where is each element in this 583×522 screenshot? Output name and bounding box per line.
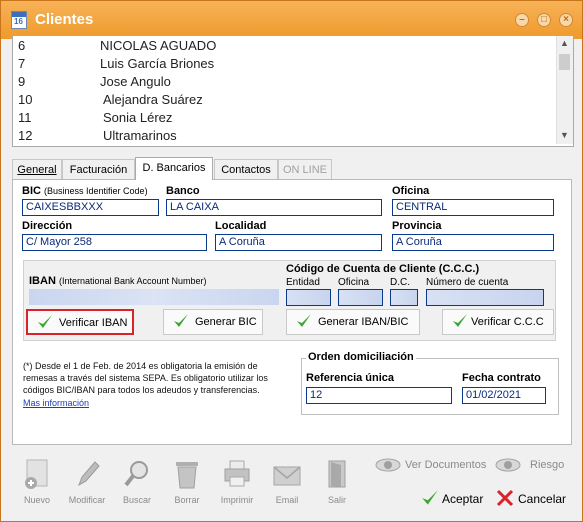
direccion-field[interactable]: C/ Mayor 258 (22, 234, 207, 251)
iban-label: IBAN (International Bank Account Number) (29, 275, 207, 287)
eye-icon (375, 458, 401, 472)
list-item[interactable]: 10 Alejandra Suárez (13, 91, 553, 109)
ccc-oficina-label: Oficina (338, 277, 370, 288)
banco-label: Banco (166, 185, 200, 197)
provincia-label: Provincia (392, 220, 442, 232)
check-icon (297, 314, 311, 327)
scroll-thumb[interactable] (559, 54, 570, 70)
nuevo-button[interactable]: Nuevo (15, 457, 59, 517)
orden-domiciliacion-group: Orden domiciliación Referencia única 12 … (301, 351, 559, 415)
close-button[interactable]: × (559, 13, 573, 27)
oficina-field[interactable]: CENTRAL (392, 199, 554, 216)
pencil-icon (78, 461, 100, 487)
envelope-icon (273, 466, 301, 486)
printer-icon (224, 460, 250, 487)
borrar-button[interactable]: Borrar (165, 457, 209, 517)
direccion-label: Dirección (22, 220, 73, 232)
fecha-contrato-label: Fecha contrato (462, 372, 541, 384)
banco-field[interactable]: LA CAIXA (166, 199, 382, 216)
door-icon (328, 460, 346, 488)
localidad-field[interactable]: A Coruña (215, 234, 382, 251)
buscar-button[interactable]: Buscar (115, 457, 159, 517)
check-icon (38, 315, 52, 328)
tab-online: ON LINE (278, 159, 332, 179)
sepa-note: (*) Desde el 1 de Feb. de 2014 es obliga… (23, 361, 268, 395)
mas-informacion-link[interactable]: Mas información (23, 398, 89, 408)
list-scrollbar[interactable]: ▲ ▼ (556, 36, 573, 144)
calendar-icon: 16 (11, 11, 27, 29)
orden-title: Orden domiciliación (306, 351, 416, 363)
fecha-contrato-field[interactable]: 01/02/2021 (462, 387, 546, 404)
generar-iban-bic-button[interactable]: Generar IBAN/BIC (286, 309, 420, 335)
referencia-field[interactable]: 12 (306, 387, 452, 404)
eye-icon (495, 458, 521, 472)
bottom-toolbar: Nuevo Modificar Buscar Borrar Imprimir E… (1, 451, 582, 521)
list-item[interactable]: 11 Sonia Lérez (13, 109, 553, 127)
ccc-dc-field[interactable] (390, 289, 418, 306)
title-bar[interactable]: 16 Clientes – □ × (1, 1, 582, 39)
window-title: Clientes (35, 11, 94, 28)
scroll-down-icon[interactable]: ▼ (560, 130, 569, 140)
trash-icon (176, 462, 198, 489)
magnifier-icon (124, 461, 148, 487)
tab-datos-bancarios[interactable]: D. Bancarios (135, 157, 213, 180)
referencia-label: Referencia única (306, 372, 395, 384)
provincia-field[interactable]: A Coruña (392, 234, 554, 251)
tab-contactos[interactable]: Contactos (214, 159, 278, 179)
check-icon (174, 314, 188, 327)
ccc-entidad-field[interactable] (286, 289, 331, 306)
oficina-label: Oficina (392, 185, 430, 197)
ccc-numero-label: Número de cuenta (426, 277, 509, 288)
maximize-button[interactable]: □ (537, 13, 551, 27)
bank-data-panel: BIC (Business Identifier Code) CAIXESBBX… (12, 179, 572, 445)
cross-icon (496, 489, 514, 507)
list-item[interactable]: 7 Luis García Briones (13, 55, 553, 73)
salir-button[interactable]: Salir (315, 457, 359, 517)
iban-field[interactable] (29, 289, 279, 305)
check-icon (422, 490, 438, 505)
scroll-up-icon[interactable]: ▲ (560, 38, 569, 48)
bic-label: BIC (Business Identifier Code) (22, 185, 148, 197)
list-item[interactable]: 9 Jose Angulo (13, 73, 553, 91)
verificar-iban-button[interactable]: Verificar IBAN (26, 309, 134, 335)
list-item[interactable]: 12 Ultramarinos (13, 127, 553, 145)
check-icon (453, 314, 467, 327)
new-document-icon (25, 459, 48, 489)
ccc-numero-field[interactable] (426, 289, 544, 306)
email-button[interactable]: Email (265, 457, 309, 517)
clientes-window: 16 Clientes – □ × 6 NICOLAS AGUADO 7 Luis … (0, 0, 583, 522)
generar-bic-button[interactable]: Generar BIC (163, 309, 263, 335)
ccc-dc-label: D.C. (390, 277, 410, 288)
imprimir-button[interactable]: Imprimir (215, 457, 259, 517)
minimize-button[interactable]: – (515, 13, 529, 27)
modificar-button[interactable]: Modificar (65, 457, 109, 517)
localidad-label: Localidad (215, 220, 267, 232)
tab-general[interactable]: General (12, 159, 62, 179)
ccc-oficina-field[interactable] (338, 289, 383, 306)
tab-facturacion[interactable]: Facturación (62, 159, 135, 179)
ccc-entidad-label: Entidad (286, 277, 320, 288)
iban-section: IBAN (International Bank Account Number)… (23, 260, 556, 341)
verificar-ccc-button[interactable]: Verificar C.C.C (442, 309, 554, 335)
clients-list[interactable]: 6 NICOLAS AGUADO 7 Luis García Briones 9 Jo… (12, 35, 574, 147)
bic-field[interactable]: CAIXESBBXXX (22, 199, 159, 216)
list-item[interactable]: 6 NICOLAS AGUADO (13, 37, 553, 55)
ccc-title: Código de Cuenta de Cliente (C.C.C.) (286, 263, 480, 275)
